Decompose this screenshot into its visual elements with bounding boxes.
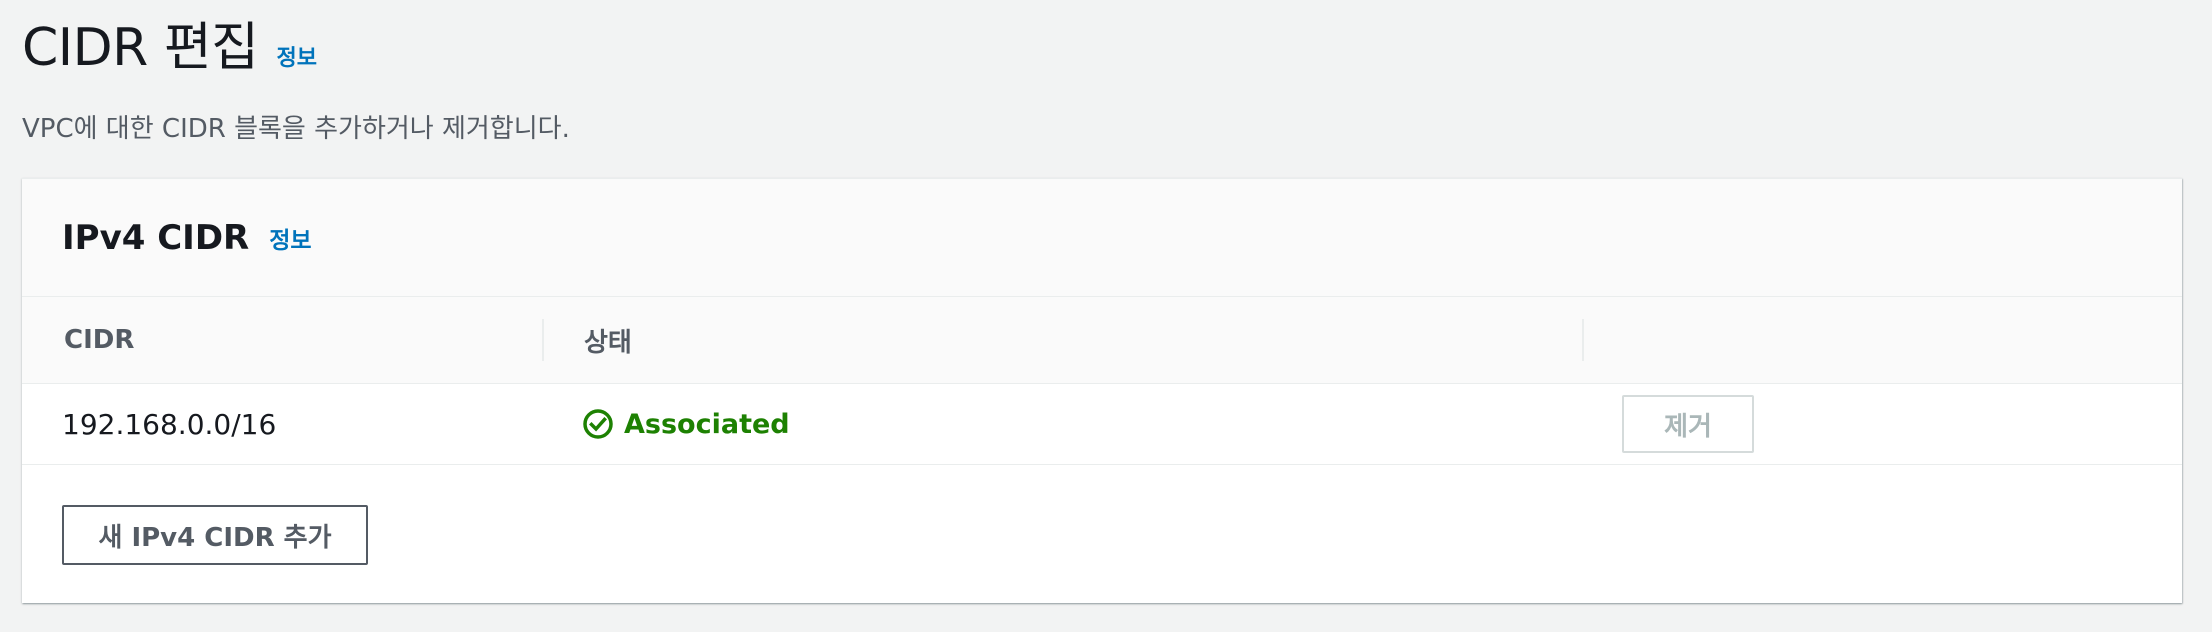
add-area: 새 IPv4 CIDR 추가 bbox=[22, 465, 2182, 603]
page-title: CIDR 편집 bbox=[22, 18, 259, 78]
page-description: VPC에 대한 CIDR 블록을 추가하거나 제거합니다. bbox=[22, 114, 570, 144]
remove-button[interactable]: 제거 bbox=[1622, 395, 1754, 453]
page-info-link[interactable]: 정보 bbox=[277, 40, 317, 72]
title-row: CIDR 편집 정보 bbox=[22, 12, 317, 84]
panel-info-link[interactable]: 정보 bbox=[269, 221, 311, 255]
column-header-cidr: CIDR bbox=[64, 325, 135, 355]
table-header: CIDR 상태 bbox=[22, 297, 2182, 384]
action-cell: 제거 bbox=[1622, 384, 1754, 464]
check-circle-icon bbox=[582, 408, 614, 440]
page-header: CIDR 편집 정보 bbox=[22, 12, 317, 84]
panel-header: IPv4 CIDR 정보 bbox=[22, 179, 2182, 297]
column-divider bbox=[542, 319, 544, 361]
panel-title: IPv4 CIDR bbox=[62, 217, 250, 258]
ipv4-cidr-panel: IPv4 CIDR 정보 CIDR 상태 192.168.0.0/16 Asso… bbox=[22, 178, 2182, 603]
cidr-value: 192.168.0.0/16 bbox=[62, 407, 277, 441]
status-text: Associated bbox=[624, 408, 790, 440]
column-divider bbox=[1582, 319, 1584, 361]
status-cell: Associated bbox=[582, 384, 790, 464]
add-ipv4-cidr-button[interactable]: 새 IPv4 CIDR 추가 bbox=[62, 505, 368, 565]
table-row: 192.168.0.0/16 Associated 제거 bbox=[22, 384, 2182, 465]
column-header-status: 상태 bbox=[584, 327, 632, 358]
